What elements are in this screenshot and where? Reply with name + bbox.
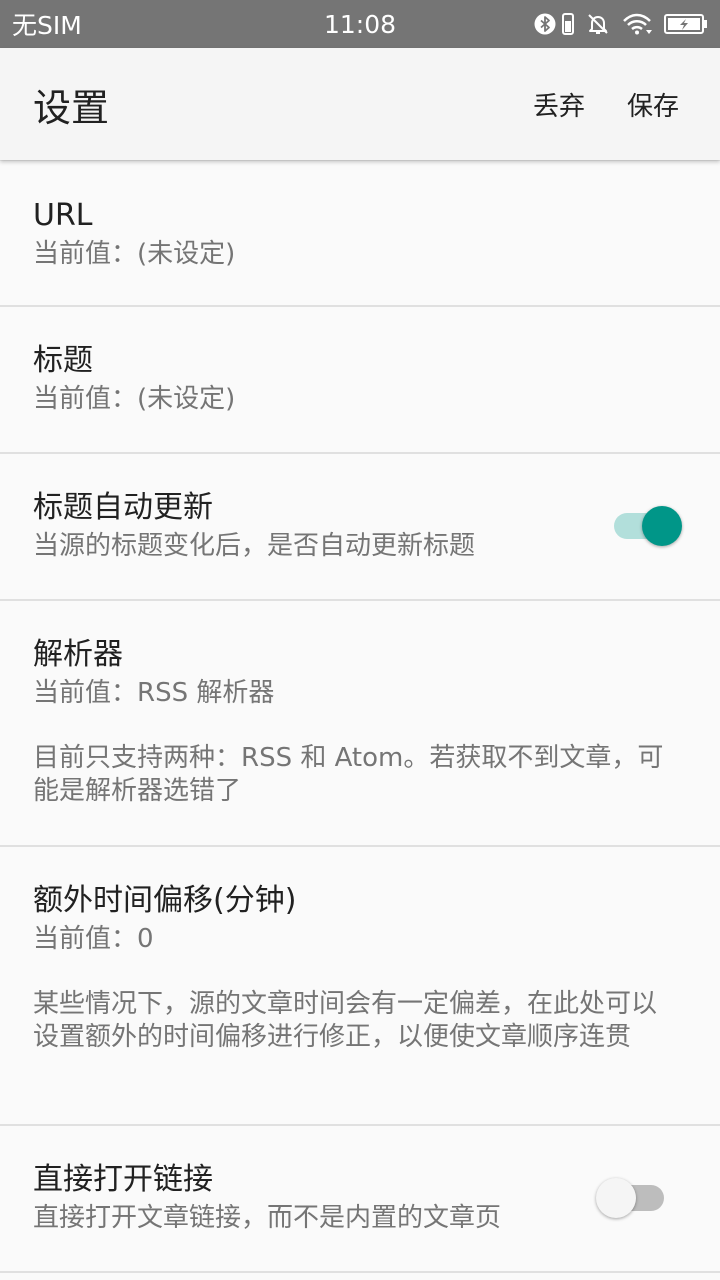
pref-summary: 直接打开文章链接，而不是内置的文章页 — [33, 1203, 502, 1233]
bluetooth-icon — [534, 13, 556, 35]
status-icons — [534, 12, 708, 36]
pref-title-setting[interactable]: 标题 当前值：(未设定) — [0, 307, 720, 454]
wifi-icon — [622, 13, 652, 35]
pref-description: 目前只支持两种：RSS 和 Atom。若获取不到文章，可能是解析器选错了 — [33, 743, 664, 806]
pref-auto-update-title[interactable]: 标题自动更新 当源的标题变化后，是否自动更新标题 — [0, 454, 720, 601]
carrier-label: 无SIM — [12, 11, 82, 40]
battery-charging-icon — [664, 13, 708, 35]
pref-summary: 当前值：(未设定) — [33, 239, 236, 269]
vibrate-icon — [562, 13, 574, 35]
pref-title: 解析器 — [33, 637, 123, 672]
pref-summary: 当前值：(未设定) — [33, 384, 236, 414]
settings-list: URL 当前值：(未设定) 标题 当前值：(未设定) 标题自动更新 当源的标题变… — [0, 160, 720, 1273]
pref-time-offset[interactable]: 额外时间偏移(分钟) 当前值：0 某些情况下，源的文章时间会有一定偏差，在此处可… — [0, 847, 720, 1126]
pref-parser[interactable]: 解析器 当前值：RSS 解析器 目前只支持两种：RSS 和 Atom。若获取不到… — [0, 601, 720, 847]
status-bar: 无SIM 11:08 — [0, 0, 720, 48]
pref-title: URL — [33, 198, 93, 233]
pref-open-link-directly[interactable]: 直接打开链接 直接打开文章链接，而不是内置的文章页 — [0, 1126, 720, 1273]
open-link-directly-switch[interactable] — [596, 1178, 666, 1218]
pref-title: 直接打开链接 — [33, 1162, 213, 1197]
app-bar: 设置 丢弃 保存 — [0, 48, 720, 160]
switch-thumb — [596, 1178, 636, 1218]
pref-summary: 当前值：RSS 解析器 — [33, 678, 275, 708]
pref-url[interactable]: URL 当前值：(未设定) — [0, 160, 720, 307]
switch-thumb — [642, 506, 682, 546]
pref-summary: 当源的标题变化后，是否自动更新标题 — [33, 531, 476, 561]
notifications-off-icon — [586, 12, 610, 36]
pref-summary: 当前值：0 — [33, 924, 154, 954]
pref-title: 额外时间偏移(分钟) — [33, 883, 297, 918]
pref-description: 某些情况下，源的文章时间会有一定偏差，在此处可以设置额外的时间偏移进行修正，以便… — [33, 989, 658, 1052]
auto-update-title-switch[interactable] — [612, 506, 682, 546]
pref-title: 标题 — [33, 343, 93, 378]
discard-button[interactable]: 丢弃 — [512, 70, 606, 139]
page-title: 设置 — [33, 85, 110, 130]
save-button[interactable]: 保存 — [606, 70, 700, 139]
pref-title: 标题自动更新 — [33, 490, 213, 525]
